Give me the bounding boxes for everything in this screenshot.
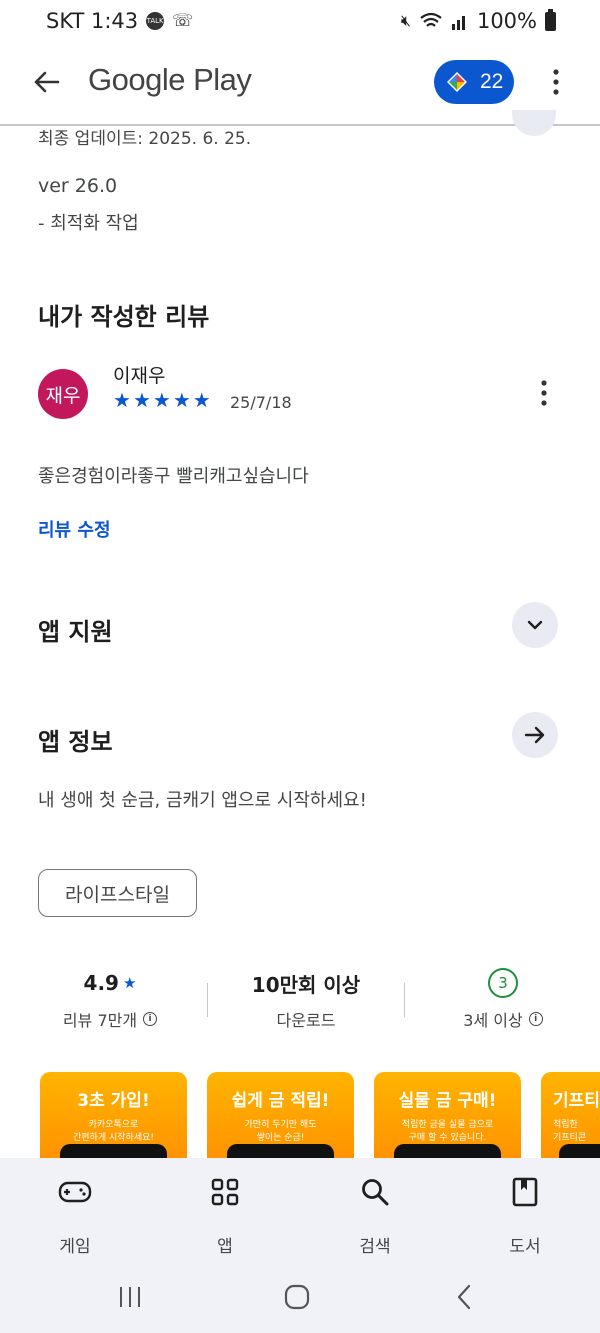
more-vert-icon (553, 69, 559, 95)
star-icon: ★ (113, 388, 131, 412)
mute-icon: 🔇︎ (400, 11, 411, 30)
age-rating-stat[interactable]: 3 3세 이상 i (408, 965, 598, 1031)
nav-search[interactable]: 검색 (325, 1174, 425, 1257)
star-icon: ★ (192, 388, 211, 412)
play-points-button[interactable]: 22 (434, 60, 514, 104)
review-more-button[interactable] (530, 376, 558, 410)
screenshot-carousel[interactable]: 3초 가입! 카카오톡으로 간편하게 시작하세요! 쉽게 금 적립! 가만히 두… (40, 1072, 600, 1162)
app-bar: Google Play 22 (0, 44, 600, 124)
screenshot-subtitle: 적립한 금을 실물 금으로 구매 할 수 있습니다. (401, 1120, 494, 1143)
recent-apps-icon (120, 1287, 140, 1307)
screenshot-subtitle: 카카오톡으로 간편하게 시작하세요! (73, 1120, 154, 1143)
star-icon: ★ (132, 388, 151, 412)
avatar-text: 재우 (45, 384, 81, 407)
recent-apps-button[interactable] (110, 1282, 150, 1312)
app-info-heading: 앱 정보 (38, 728, 113, 756)
nav-search-label: 검색 (359, 1237, 391, 1257)
nav-games-label: 게임 (59, 1237, 91, 1257)
edit-review-link[interactable]: 리뷰 수정 (38, 516, 111, 542)
app-info-arrow-button[interactable] (512, 712, 558, 758)
category-chip[interactable]: 라이프스타일 (38, 869, 197, 917)
phone-icon: ☏ (172, 11, 194, 31)
screenshot-card[interactable]: 쉽게 금 적립! 가만히 두기만 해도 쌓이는 순금! (207, 1072, 354, 1162)
update-note: - 최적화 작업 (38, 213, 139, 234)
screenshot-card[interactable]: 기프티 적립한 기프티콘 (541, 1072, 600, 1162)
app-support-expand-button[interactable] (512, 602, 558, 648)
star-icon: ★ (122, 974, 137, 992)
more-vert-icon (541, 380, 547, 406)
app-description: 내 생애 첫 순금, 금캐기 앱으로 시작하세요! (38, 790, 367, 811)
info-icon: i (143, 1012, 158, 1026)
more-options-button[interactable] (542, 62, 570, 102)
rating-stat[interactable]: 4.9 ★ 리뷰 7만개 i (15, 965, 205, 1031)
signal-icon (451, 16, 465, 30)
status-bar: SKT 1:43 TALK ☏ 🔇︎ 100% (0, 0, 600, 44)
screenshot-subtitle: 가만히 두기만 해도 쌓이는 순금! (244, 1120, 317, 1143)
screenshot-title: 실물 금 구매! (398, 1091, 497, 1111)
nav-apps-label: 앱 (217, 1237, 233, 1257)
status-right: 🔇︎ 100% (400, 8, 556, 33)
screenshot-title: 쉽게 금 적립! (231, 1091, 330, 1111)
carrier-time: SKT 1:43 (46, 9, 139, 33)
home-icon (284, 1284, 310, 1310)
screenshot-card[interactable]: 실물 금 구매! 적립한 금을 실물 금으로 구매 할 수 있습니다. (374, 1072, 521, 1162)
star-icon: ★ (172, 388, 191, 412)
gamepad-icon (58, 1181, 92, 1203)
back-button[interactable] (26, 62, 66, 102)
screenshot-title: 3초 가입! (77, 1091, 150, 1111)
age-rating-badge: 3 (488, 968, 518, 998)
review-date: 25/7/18 (230, 393, 292, 412)
rating-value: 4.9 (83, 971, 119, 995)
play-points-icon (447, 72, 467, 92)
age-rating-label: 3세 이상 (463, 1011, 523, 1030)
screenshot-card[interactable]: 3초 가입! 카카오톡으로 간편하게 시작하세요! (40, 1072, 187, 1162)
bottom-navigation: 게임 앱 검색 도서 (0, 1158, 600, 1260)
last-updated: 최종 업데이트: 2025. 6. 25. (38, 129, 252, 149)
battery-icon (545, 8, 556, 31)
home-button[interactable] (277, 1282, 317, 1312)
my-review-heading: 내가 작성한 리뷰 (38, 303, 210, 331)
stat-divider (404, 983, 405, 1017)
stat-divider (207, 983, 208, 1017)
apps-grid-icon (211, 1178, 239, 1206)
points-count: 22 (480, 70, 504, 93)
downloads-label: 다운로드 (276, 1011, 336, 1030)
nav-books[interactable]: 도서 (475, 1174, 575, 1257)
talk-icon: TALK (146, 12, 165, 30)
chevron-down-icon (527, 620, 543, 630)
screenshot-title: 기프티 (553, 1091, 600, 1111)
book-icon (512, 1177, 538, 1207)
battery-text: 100% (476, 9, 537, 33)
star-icon: ★ (152, 388, 171, 412)
version-text: ver 26.0 (38, 175, 118, 197)
downloads-value: 10만회 이상 (251, 972, 361, 997)
nav-games[interactable]: 게임 (25, 1174, 125, 1257)
nav-books-label: 도서 (509, 1237, 541, 1257)
avatar: 재우 (38, 369, 88, 419)
arrow-forward-icon (524, 726, 545, 744)
app-title: Google Play (88, 62, 252, 97)
reviewer-name: 이재우 (113, 365, 166, 387)
nav-apps[interactable]: 앱 (175, 1174, 275, 1257)
arrow-back-icon (34, 71, 60, 93)
reviews-count: 리뷰 7만개 (62, 1011, 138, 1030)
search-icon (362, 1179, 389, 1206)
review-text: 좋은경험이라좋구 빨리캐고싶습니다 (38, 466, 309, 487)
system-nav-bar (0, 1260, 600, 1333)
downloads-stat: 10만회 이상 다운로드 (211, 965, 401, 1031)
status-left: SKT 1:43 TALK ☏ (46, 9, 193, 33)
back-chevron-icon (457, 1284, 471, 1310)
collapse-button[interactable] (512, 110, 556, 136)
wifi-icon (420, 12, 442, 27)
back-nav-button[interactable] (444, 1282, 484, 1312)
review-stars: ★ ★ ★ ★ ★ (113, 388, 211, 412)
info-icon: i (528, 1012, 543, 1026)
screenshot-subtitle: 적립한 기프티콘 (553, 1120, 587, 1143)
app-support-heading: 앱 지원 (38, 618, 113, 646)
